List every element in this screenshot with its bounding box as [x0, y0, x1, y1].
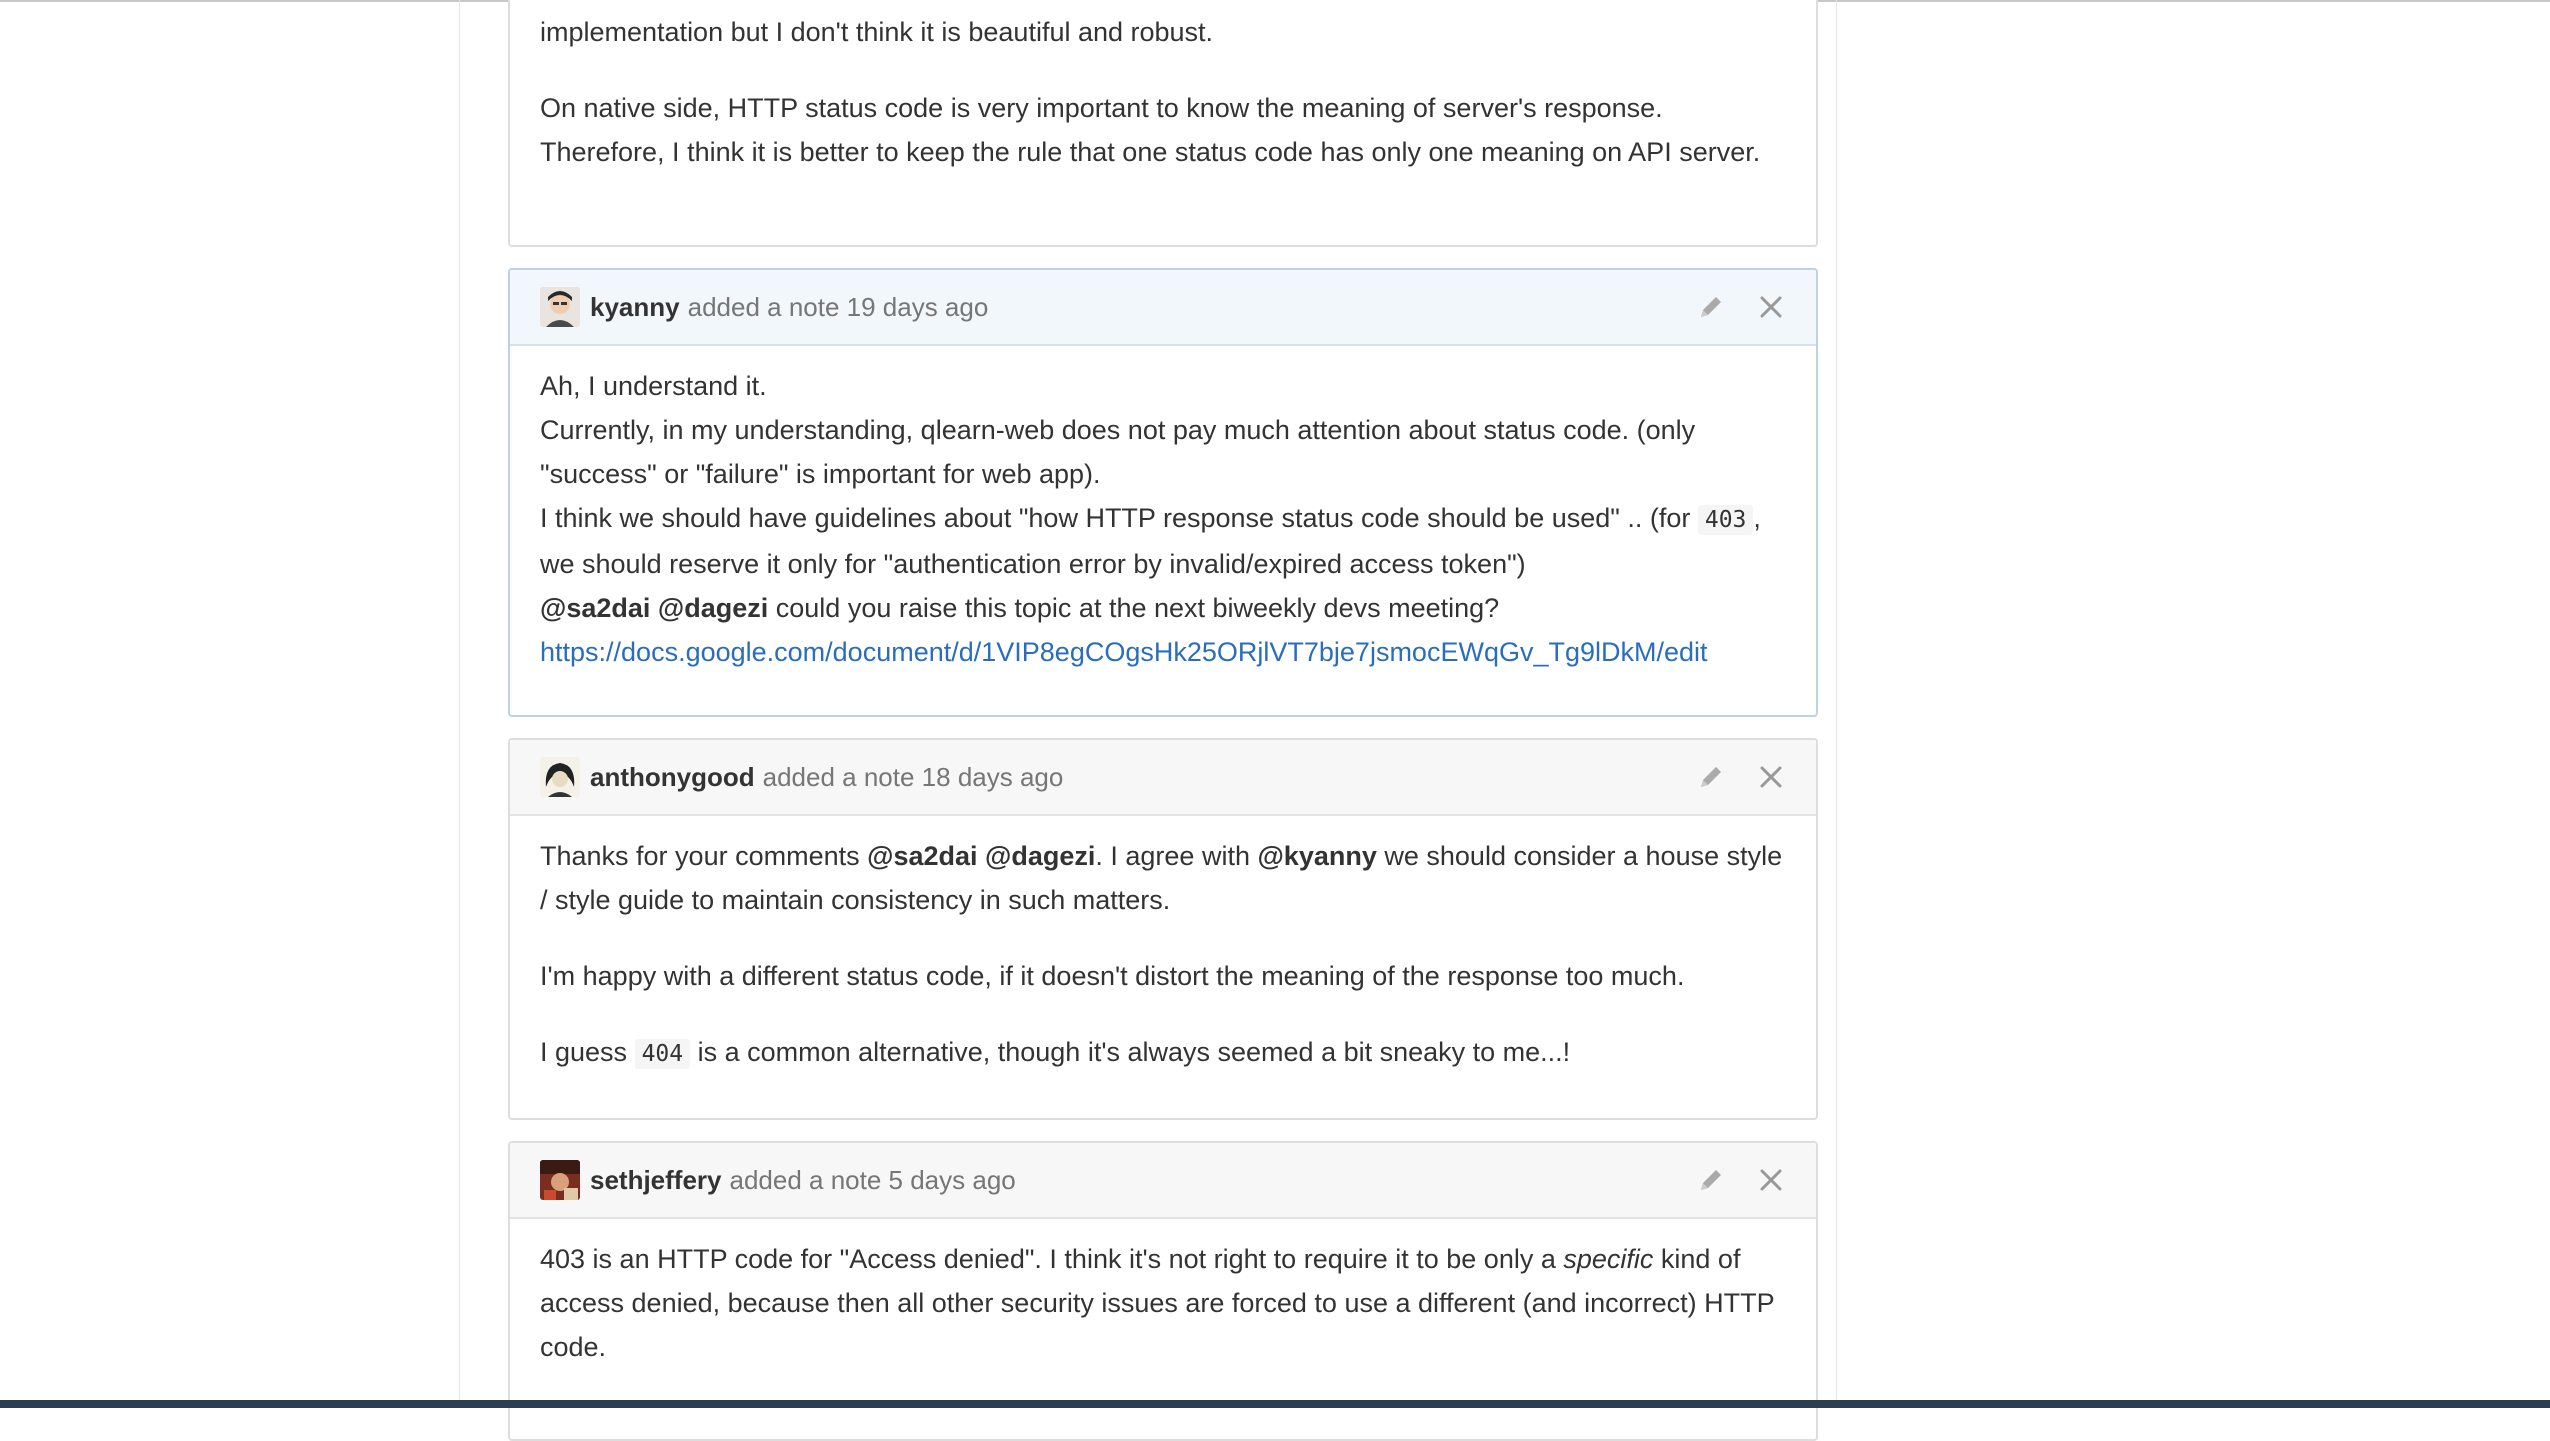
- mention[interactable]: @dagezi: [658, 593, 768, 623]
- note-timestamp: added a note 18 days ago: [762, 761, 1064, 792]
- note-text: I guess: [540, 1037, 635, 1067]
- author-name[interactable]: anthonygood: [590, 762, 755, 793]
- emphasis: specific: [1563, 1244, 1654, 1274]
- note-text: Currently, in my understanding, qlearn-w…: [540, 415, 1696, 489]
- pencil-icon[interactable]: [1696, 1165, 1726, 1195]
- note-previous: implementation but I don't think it is b…: [508, 0, 1818, 247]
- note-text: implementation but I don't think it is b…: [540, 17, 1214, 47]
- mention[interactable]: @sa2dai: [540, 593, 650, 623]
- note-text: 403 is an HTTP code for "Access denied".…: [540, 1244, 1564, 1274]
- pencil-icon[interactable]: [1696, 762, 1726, 792]
- note-header: anthonygood added a note 18 days ago: [510, 740, 1816, 816]
- author-name[interactable]: sethjeffery: [590, 1165, 722, 1196]
- mention[interactable]: @sa2dai: [867, 841, 977, 871]
- close-icon[interactable]: [1756, 1165, 1786, 1195]
- author-name[interactable]: kyanny: [590, 292, 680, 323]
- note-text-line: I think we should have guidelines about …: [540, 496, 1786, 586]
- note-header: kyanny added a note 19 days ago: [510, 270, 1816, 346]
- code-inline: 403: [1697, 505, 1754, 535]
- note-anthonygood: anthonygood added a note 18 days ago Tha…: [508, 738, 1818, 1120]
- note-timestamp: added a note 19 days ago: [687, 291, 989, 322]
- pencil-icon[interactable]: [1696, 292, 1726, 322]
- note-text: is a common alternative, though it's alw…: [690, 1037, 1571, 1067]
- note-text: Thanks for your comments: [540, 841, 868, 871]
- close-icon[interactable]: [1756, 292, 1786, 322]
- note-text: I'm happy with a different status code, …: [540, 961, 1685, 991]
- bottom-bar: [0, 1400, 2550, 1408]
- note-text: . I agree with: [1095, 841, 1258, 871]
- note-sethjeffery: sethjeffery added a note 5 days ago 403 …: [508, 1141, 1818, 1441]
- column-divider-left: [459, 0, 460, 1400]
- note-text-line: 403 is an HTTP code for "Access denied".…: [540, 1237, 1786, 1369]
- note-text: I think we should have guidelines about …: [540, 503, 1698, 533]
- user-avatar[interactable]: [540, 757, 580, 797]
- note-timestamp: added a note 5 days ago: [729, 1164, 1016, 1195]
- note-text: Ah, I understand it.: [540, 371, 767, 401]
- close-icon[interactable]: [1756, 762, 1786, 792]
- doc-link[interactable]: https://docs.google.com/document/d/1VIP8…: [540, 630, 1786, 674]
- user-avatar[interactable]: [540, 287, 580, 327]
- note-text-line: Thanks for your comments @sa2dai @dagezi…: [540, 834, 1786, 922]
- note-text-line: I guess 404 is a common alternative, tho…: [540, 1030, 1786, 1076]
- note-header: sethjeffery added a note 5 days ago: [510, 1143, 1816, 1219]
- code-inline: 404: [634, 1039, 691, 1069]
- mention[interactable]: @kyanny: [1257, 841, 1376, 871]
- column-divider-right: [1836, 0, 1837, 1400]
- note-kyanny: kyanny added a note 19 days ago Ah, I un…: [508, 268, 1818, 717]
- note-text-line: @sa2dai @dagezi could you raise this top…: [540, 586, 1786, 630]
- user-avatar[interactable]: [540, 1160, 580, 1200]
- mention[interactable]: @dagezi: [985, 841, 1095, 871]
- note-text: On native side, HTTP status code is very…: [540, 93, 1761, 167]
- note-text: could you raise this topic at the next b…: [768, 593, 1500, 623]
